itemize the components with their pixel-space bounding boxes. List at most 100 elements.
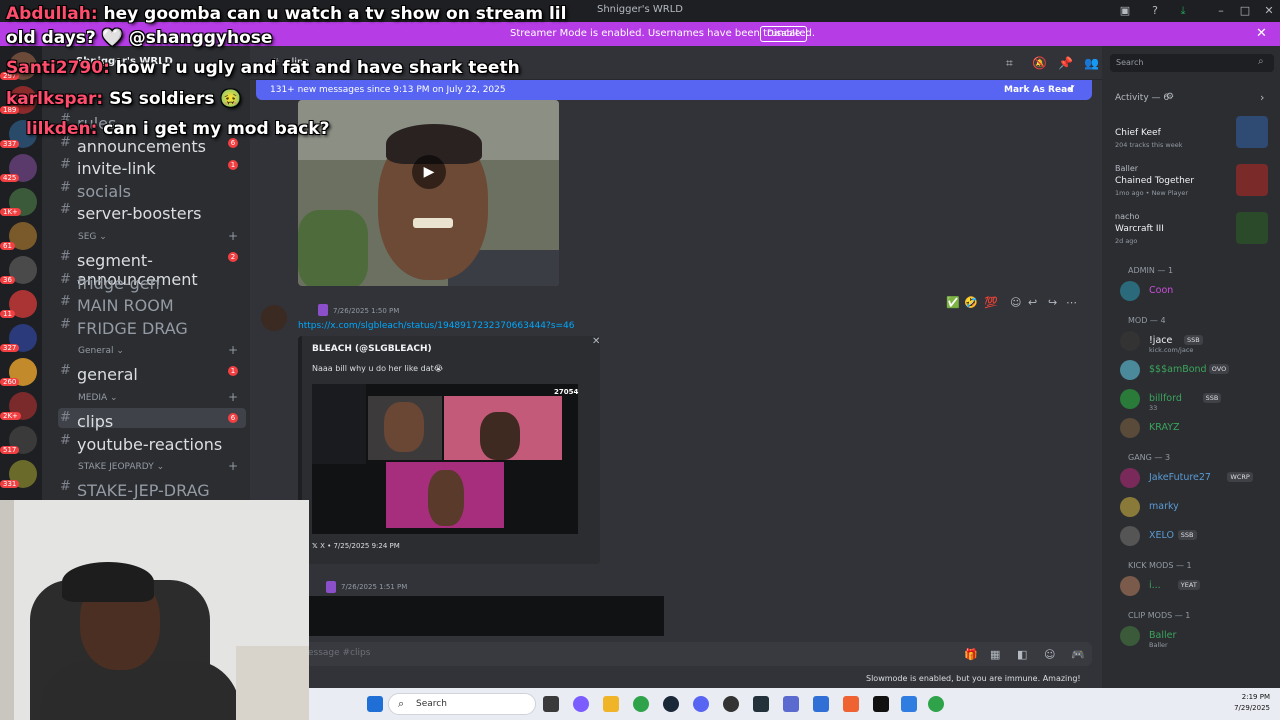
pin-icon[interactable]: 📌 [1058, 56, 1073, 70]
avatar[interactable] [1120, 468, 1140, 488]
steam-icon[interactable] [663, 696, 679, 712]
category-stake-jeopardy[interactable]: STAKE JEOPARDY ⌄ [78, 462, 164, 472]
activity-item[interactable]: Chief Keef 204 tracks this week [1112, 116, 1272, 160]
member-item[interactable]: KRAYZ [1120, 418, 1270, 440]
avatar[interactable] [1120, 418, 1140, 438]
member-item[interactable]: i... YEAT [1120, 576, 1270, 598]
channel-item-fridge-drag[interactable]: # FRIDGE DRAG [58, 315, 246, 338]
app-icon[interactable] [753, 696, 769, 712]
add-channel-icon[interactable]: + [228, 390, 238, 404]
add-channel-icon[interactable]: + [228, 343, 238, 357]
app-icon[interactable] [783, 696, 799, 712]
app-icon[interactable] [901, 696, 917, 712]
member-item[interactable]: $$$amBond OVO [1120, 360, 1270, 382]
category-general[interactable]: General ⌄ [78, 346, 124, 356]
channel-item-invite-link[interactable]: # invite-link 1 [58, 155, 246, 178]
avatar[interactable] [1120, 497, 1140, 517]
mute-bell-icon[interactable]: 🔕 [1032, 56, 1047, 70]
gif-icon[interactable]: ▦ [990, 648, 1000, 661]
minimize-icon[interactable]: – [1214, 4, 1228, 18]
avatar[interactable] [1120, 389, 1140, 409]
chrome-icon[interactable] [928, 696, 944, 712]
channel-item-socials[interactable]: # socials [58, 178, 246, 201]
reaction-icon[interactable]: 💯 [984, 296, 998, 309]
member-item[interactable]: JakeFuture27 WCRP [1120, 468, 1270, 490]
more-icon[interactable]: ⋯ [1066, 296, 1077, 309]
gear-icon[interactable]: ⚙ [1166, 92, 1174, 102]
inbox-icon[interactable]: ▣ [1118, 4, 1132, 18]
video-attachment[interactable]: ▶ [298, 100, 559, 286]
mark-read-icon[interactable]: ✔ [1068, 84, 1076, 94]
new-messages-bar[interactable]: 131+ new messages since 9:13 PM on July … [256, 80, 1092, 100]
start-icon[interactable] [367, 696, 383, 712]
app-icon[interactable] [873, 696, 889, 712]
embed-author[interactable]: BLEACH (@SLGBLEACH) [312, 344, 432, 354]
sticker-icon[interactable]: ◧ [1017, 648, 1027, 661]
member-item[interactable]: billford SSB 33 [1120, 389, 1270, 412]
maximize-icon[interactable]: □ [1238, 4, 1252, 18]
apps-icon[interactable]: 🎮 [1071, 648, 1085, 661]
avatar[interactable] [1120, 281, 1140, 301]
channel-item-general[interactable]: # general 1 [58, 361, 246, 384]
avatar[interactable] [1120, 576, 1140, 596]
threads-icon[interactable]: ⌗ [1006, 56, 1013, 71]
forward-icon[interactable]: ↪ [1048, 296, 1057, 309]
help-icon[interactable]: ? [1148, 4, 1162, 18]
add-channel-icon[interactable]: + [228, 229, 238, 243]
copilot-icon[interactable] [573, 696, 589, 712]
channel-item-stake-jep-drag-eth-[interactable]: # STAKE-JEP-DRAG (ETH) [58, 477, 246, 501]
close-banner-icon[interactable]: ✕ [1256, 26, 1267, 41]
brave-icon[interactable] [843, 696, 859, 712]
member-item[interactable]: Baller Baller [1120, 626, 1270, 649]
emoji-icon[interactable]: ☺ [1044, 648, 1055, 661]
channel-item-fridge-gen[interactable]: # fridge-gen [58, 270, 246, 293]
download-icon[interactable]: ⤓ [1176, 4, 1190, 18]
channel-item-segment-announcement[interactable]: # segment-announcement 2 [58, 247, 246, 289]
avatar[interactable] [1120, 526, 1140, 546]
close-icon[interactable]: ✕ [1262, 4, 1276, 18]
activity-item[interactable]: Baller Chained Together 1mo ago • New Play… [1112, 164, 1272, 208]
activity-header[interactable]: Activity — 6 [1115, 93, 1169, 103]
remove-embed-icon[interactable]: ✕ [592, 336, 600, 347]
add-reaction-icon[interactable]: ☺ [1010, 296, 1021, 309]
member-item[interactable]: !jace SSB kick.com/jace [1120, 331, 1270, 354]
channel-item-main-room[interactable]: # MAIN ROOM [58, 292, 246, 315]
gift-icon[interactable]: 🎁 [964, 648, 978, 661]
avatar[interactable] [1120, 626, 1140, 646]
discord-icon[interactable] [693, 696, 709, 712]
check-reaction-icon[interactable]: ✅ [946, 296, 960, 309]
member-item[interactable]: Coon [1120, 281, 1270, 303]
taskbar-search[interactable]: ⌕ Search [388, 693, 536, 715]
search-input[interactable]: Search ⌕ [1110, 54, 1274, 72]
category-seg[interactable]: SEG ⌄ [78, 232, 107, 242]
avatar[interactable] [1120, 360, 1140, 380]
powershell-icon[interactable] [813, 696, 829, 712]
avatar[interactable] [1120, 331, 1140, 351]
activity-item[interactable]: nacho Warcraft III 2d ago [1112, 212, 1272, 256]
channel-item-server-boosters[interactable]: # server-boosters [58, 200, 246, 223]
message-link[interactable]: https://x.com/slgbleach/status/194891723… [298, 321, 575, 331]
chrome-icon[interactable] [633, 696, 649, 712]
member-item[interactable]: XELO SSB [1120, 526, 1270, 548]
laugh-reaction-icon[interactable]: 🤣 [964, 296, 978, 309]
reply-icon[interactable]: ↩ [1028, 296, 1037, 309]
video-attachment[interactable] [309, 596, 664, 636]
disable-streamer-mode-button[interactable]: Disable [760, 26, 808, 42]
category-media[interactable]: MEDIA ⌄ [78, 393, 118, 403]
channel-item-youtube-reactions[interactable]: # youtube-reactions [58, 431, 246, 454]
taskbar-clock[interactable]: 2:19 PM 7/29/2025 [1222, 692, 1270, 714]
member-item[interactable]: marky [1120, 497, 1270, 519]
chevron-right-icon[interactable]: › [1260, 91, 1264, 104]
add-channel-icon[interactable]: + [228, 459, 238, 473]
play-icon[interactable]: ▶ [412, 155, 446, 189]
obs-icon[interactable] [723, 696, 739, 712]
file-explorer-icon[interactable] [603, 696, 619, 712]
avatar[interactable] [261, 305, 287, 331]
member-list-icon[interactable]: 👥 [1084, 56, 1099, 70]
link-embed[interactable]: BLEACH (@SLGBLEACH) Naaa bill why u do h… [298, 336, 600, 564]
embed-image[interactable]: 27054 [312, 384, 578, 534]
channel-item-clips[interactable]: # clips 6 [58, 408, 246, 431]
task-view-icon[interactable] [543, 696, 559, 712]
mark-as-read-button[interactable]: Mark As Read [1004, 85, 1074, 95]
message-input[interactable]: essage #clips 🎁 ▦ ◧ ☺ 🎮 [300, 642, 1092, 666]
